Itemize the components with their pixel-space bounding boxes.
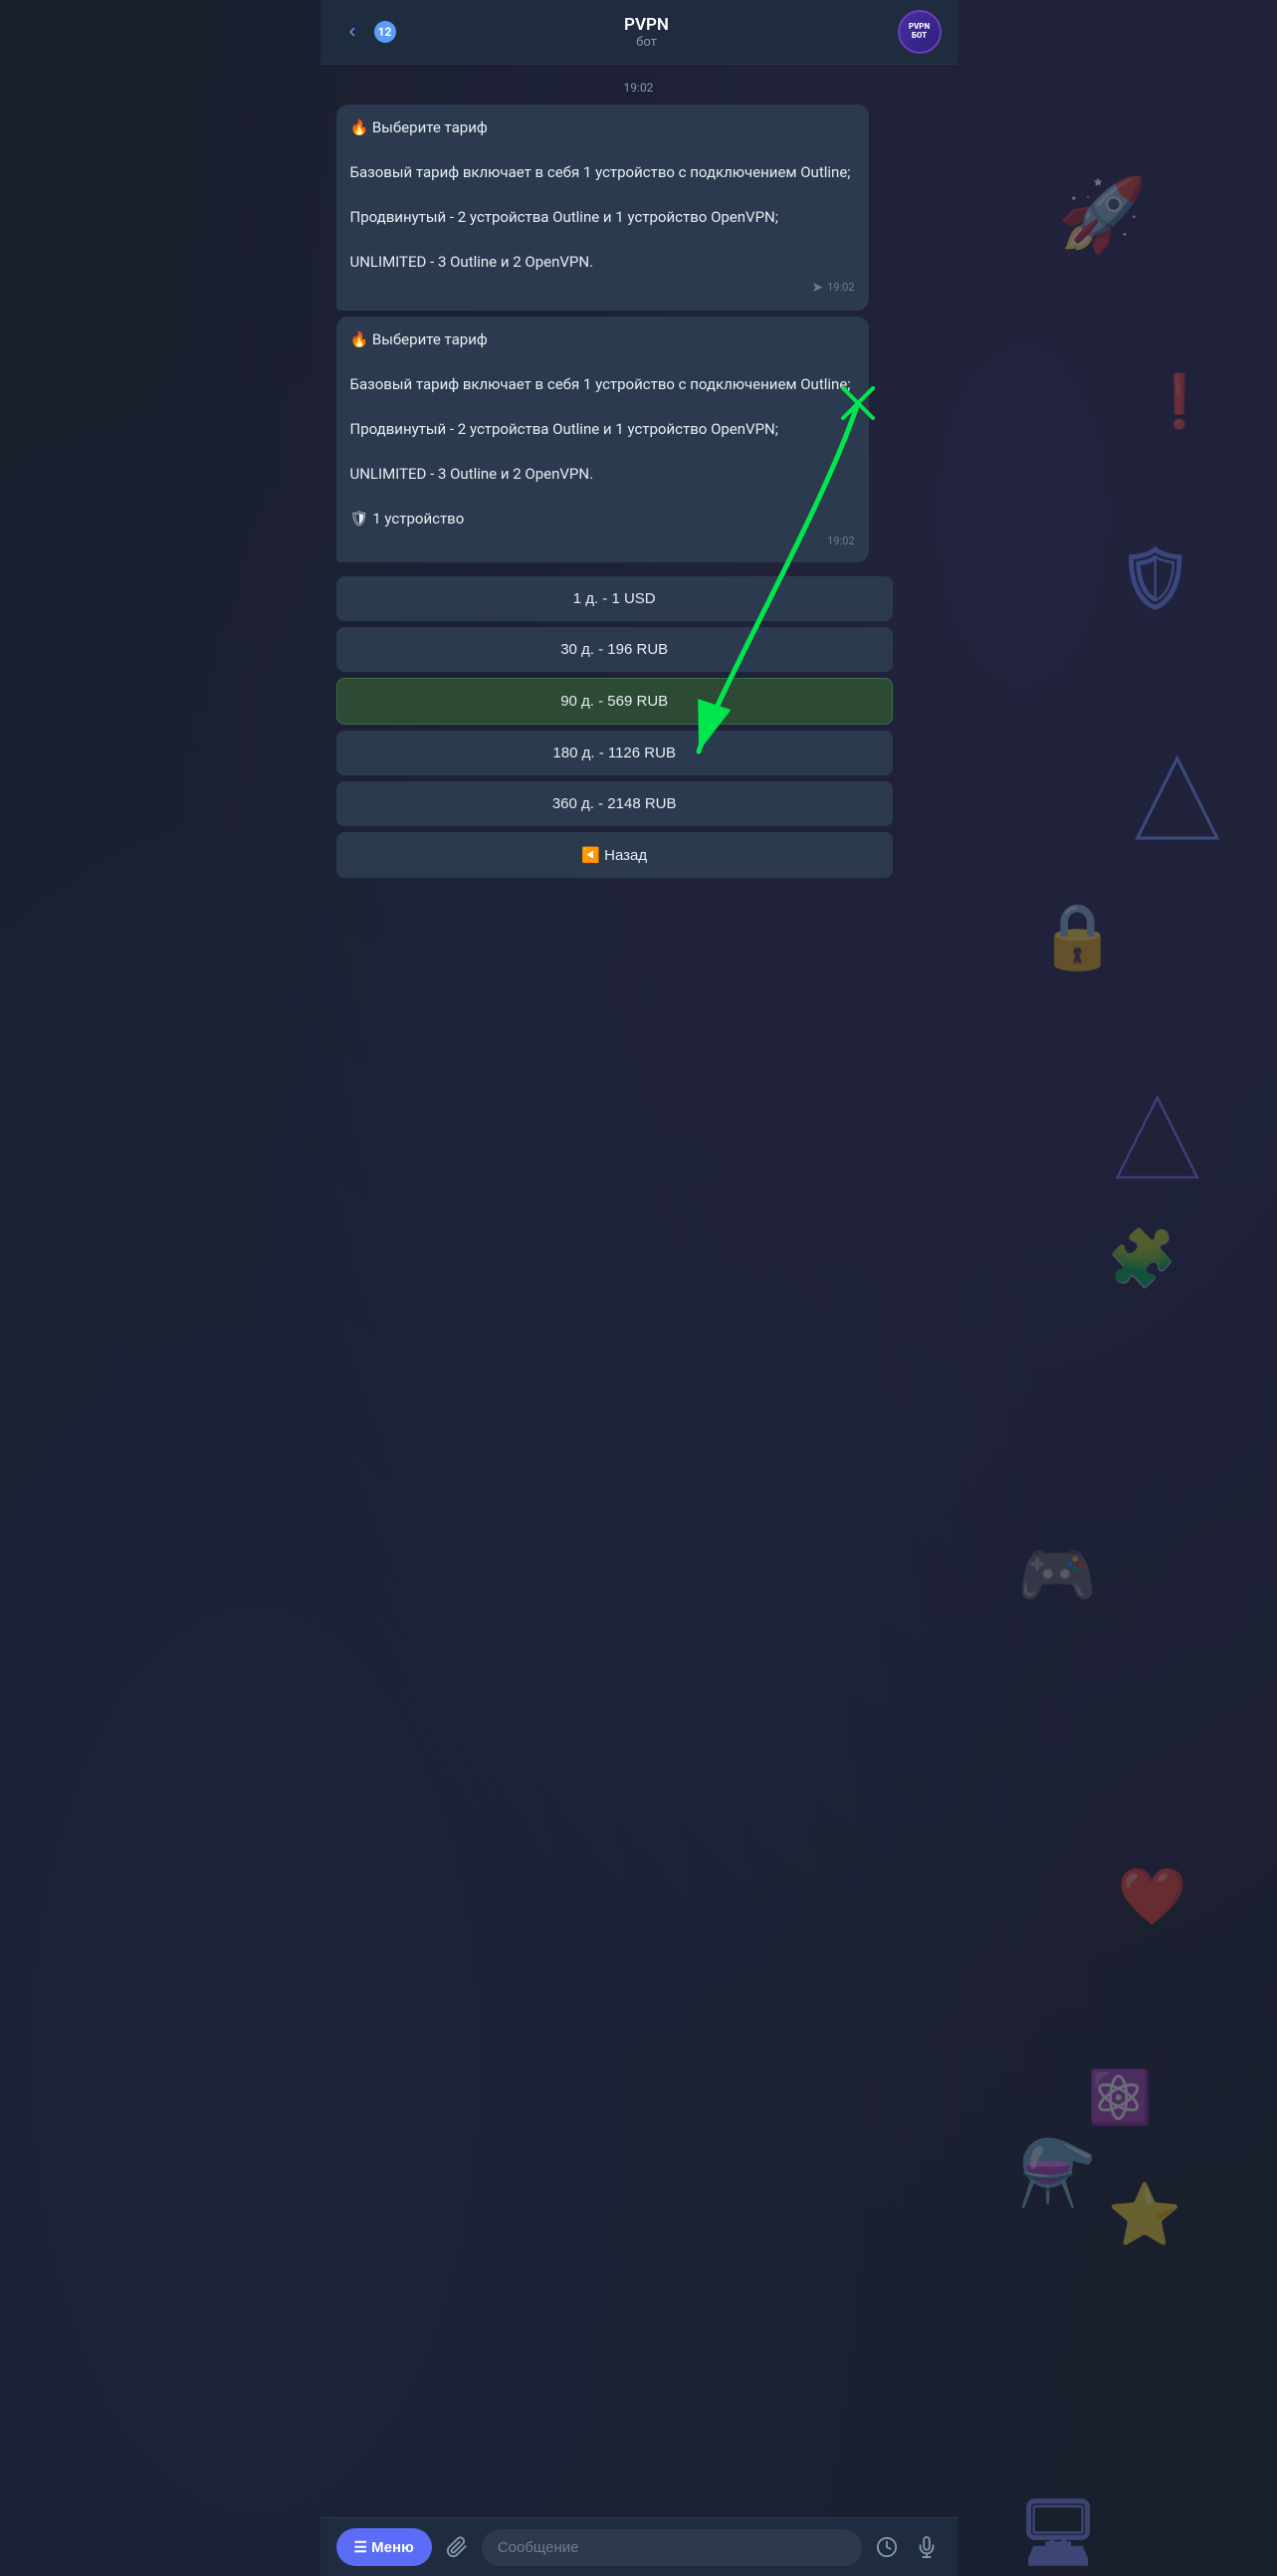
bot-avatar[interactable]: PVPNБОТ (898, 10, 942, 54)
svg-text:⚛️: ⚛️ (1088, 2067, 1153, 2128)
message-text-1: 🔥 Выберите тариф Базовый тариф включает … (350, 116, 855, 274)
svg-text:🔒: 🔒 (1037, 898, 1117, 973)
message-time-2: 19:02 (350, 534, 855, 550)
svg-text:⭐: ⭐ (1108, 2179, 1182, 2250)
svg-text:⚗️: ⚗️ (1017, 2135, 1097, 2211)
message-bubble-1: 🔥 Выберите тариф Базовый тариф включает … (336, 105, 869, 311)
chat-area: 19:02 🔥 Выберите тариф Базовый тариф вкл… (320, 65, 958, 958)
message-input[interactable] (482, 2529, 862, 2566)
message-time-1: ➤ 19:02 (350, 278, 855, 299)
back-button[interactable]: 12 (336, 16, 396, 48)
btn-90-days[interactable]: 90 д. - 569 RUB (336, 678, 893, 725)
message-count-badge: 12 (374, 21, 396, 43)
btn-1-day[interactable]: 1 д. - 1 USD (336, 576, 893, 621)
avatar-label: PVPNБОТ (909, 23, 930, 41)
chat-title-block: PVPN бот (396, 15, 898, 50)
svg-text:❗: ❗ (1148, 371, 1212, 432)
chat-subtitle: бот (396, 35, 898, 50)
btn-360-days[interactable]: 360 д. - 2148 RUB (336, 781, 893, 826)
btn-back[interactable]: ◀️ Назад (336, 832, 893, 878)
svg-text:🎮: 🎮 (1017, 1537, 1097, 1612)
inline-buttons-group: 1 д. - 1 USD 30 д. - 196 RUB 90 д. - 569… (336, 576, 893, 878)
time-value-1: 19:02 (827, 280, 854, 297)
time-value-2: 19:02 (827, 534, 854, 550)
chat-name: PVPN (396, 15, 898, 35)
svg-text:🖥: 🖥 (1017, 2494, 1098, 2570)
btn-30-days[interactable]: 30 д. - 196 RUB (336, 627, 893, 672)
svg-text:❤️: ❤️ (1118, 1864, 1188, 1930)
forward-icon: ➤ (811, 278, 823, 299)
svg-text:🚀: 🚀 (1057, 173, 1147, 258)
clock-button[interactable] (872, 2532, 902, 2562)
menu-button[interactable]: ☰ Меню (336, 2528, 432, 2566)
svg-text:🛡: 🛡 (1118, 542, 1193, 613)
timestamp-1: 19:02 (336, 81, 942, 95)
message-text-2: 🔥 Выберите тариф Базовый тариф включает … (350, 328, 855, 531)
header: 12 PVPN бот PVPNБОТ (320, 0, 958, 65)
svg-text:🧩: 🧩 (1108, 1225, 1177, 1291)
voice-button[interactable] (912, 2532, 942, 2562)
bottom-bar: ☰ Меню (320, 2517, 958, 2576)
back-arrow-icon (336, 16, 368, 48)
message-bubble-2: 🔥 Выберите тариф Базовый тариф включает … (336, 317, 869, 562)
btn-180-days[interactable]: 180 д. - 1126 RUB (336, 731, 893, 775)
attach-button[interactable] (442, 2532, 472, 2562)
